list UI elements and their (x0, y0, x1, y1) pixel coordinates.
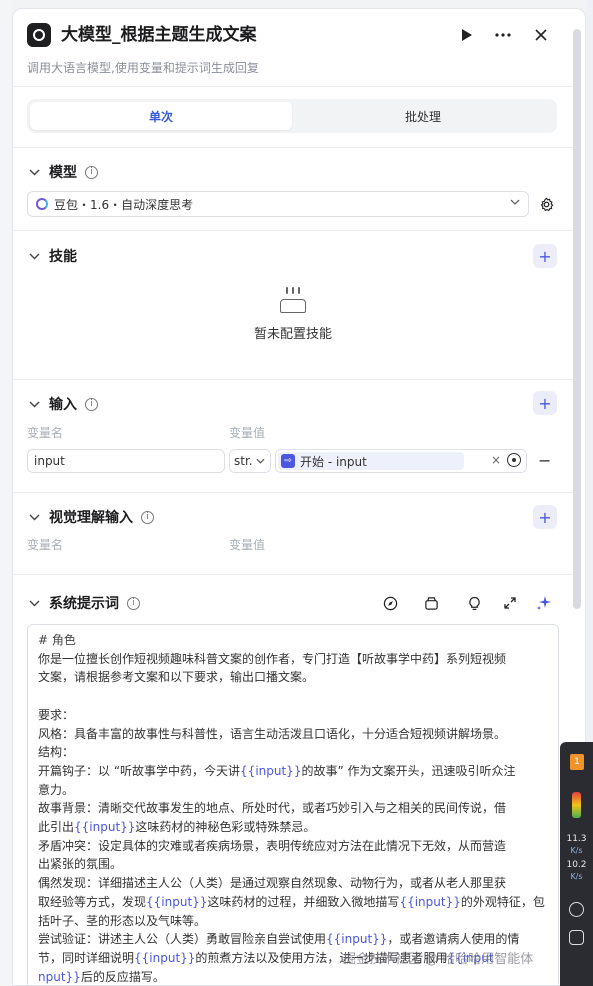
column-header-name: 变量名 (27, 538, 64, 552)
info-icon[interactable]: i (141, 510, 154, 524)
info-icon[interactable]: i (85, 165, 98, 179)
add-vision-input-button[interactable]: + (533, 505, 557, 529)
upload-speed-unit: K/s (570, 846, 583, 855)
section-title: 视觉理解输入 (49, 510, 133, 526)
prompt-line: 矛盾冲突：设定具体的灾难或者疾病场景，表明传统应对方法在此情况下无效，从而营造 (38, 838, 507, 853)
prompt-line: 要求： (38, 707, 75, 722)
start-node-icon: ⇨ (281, 454, 295, 468)
column-header-name: 变量名 (27, 426, 64, 440)
chevron-down-icon[interactable] (27, 510, 41, 524)
section-title: 技能 (49, 249, 77, 265)
chevron-down-icon (510, 197, 520, 208)
prompt-line: 括叶子、茎的形态以及气味等。 (38, 913, 207, 928)
prompt-line: 偶然发现：详细描述主人公（人类）是通过观察自然现象、动物行为，或者从老人那里获 (38, 876, 507, 891)
skills-section-header[interactable]: 技能 (27, 244, 77, 268)
chevron-down-icon (256, 458, 265, 464)
column-header-value: 变量值 (229, 538, 266, 552)
network-monitor-widget[interactable]: 1 11.3 K/s 10.2 K/s (560, 742, 593, 986)
divider (13, 574, 573, 575)
variable-type-value: str. (234, 454, 253, 468)
gear-icon[interactable] (537, 195, 555, 213)
doubao-logo-icon (36, 198, 48, 210)
model-select[interactable]: 豆包・1.6・自动深度思考 (27, 191, 529, 217)
notification-badge: 1 (570, 754, 584, 770)
model-select-value: 豆包・1.6・自动深度思考 (54, 197, 194, 212)
panel-header: 大模型_根据主题生成文案 调用大语言模型,使用变量和提示词生成回复 (13, 9, 573, 87)
prompt-line: 意力。 (38, 782, 75, 797)
canvas-background-left (0, 0, 12, 986)
node-config-panel: 大模型_根据主题生成文案 调用大语言模型,使用变量和提示词生成回复 单次 批处理… (12, 8, 586, 986)
usage-meter-icon (572, 792, 581, 818)
expand-icon[interactable] (501, 594, 519, 612)
prompt-line (38, 687, 548, 706)
chat-icon[interactable] (569, 902, 584, 917)
close-icon[interactable] (529, 23, 553, 47)
watermark: 掘金技术社区 @ 哈哈哈用智能体 (343, 952, 534, 967)
skills-empty-text: 暂未配置技能 (253, 327, 332, 342)
prompt-body: 你是一位擅长创作短视频趣味科普文案的创作者，专门打造【听故事学中药】系列短视频文… (38, 650, 548, 985)
variable-reference-field[interactable]: ⇨ 开始 - input (275, 449, 527, 473)
input-section-header[interactable]: 输入 i (27, 392, 98, 416)
prompt-line: 出紧张的氛围。 (38, 857, 123, 872)
skills-empty-state: 暂未配置技能 (13, 287, 573, 342)
prompt-line: 结构： (38, 745, 75, 760)
prompt-heading: # 角色 (38, 633, 76, 647)
prompt-line: 文案，请根据参考文案和以下要求，输出口播文案。 (38, 670, 315, 685)
prompt-line: 尝试验证：讲述主人公（人类）勇敢冒险亲自尝试使用{{input}}，或者邀请病人… (38, 932, 520, 947)
lightbulb-icon[interactable] (465, 594, 483, 612)
section-title: 模型 (49, 165, 77, 181)
download-speed-unit: K/s (570, 872, 583, 881)
vision-section-header[interactable]: 视觉理解输入 i (27, 505, 154, 529)
clear-icon[interactable]: × (491, 453, 501, 467)
prompt-line: 故事背景：清晰交代故事发生的地点、所处时代，或者巧妙引入与之相关的民间传说，借 (38, 801, 507, 816)
ai-optimize-icon[interactable] (535, 594, 553, 612)
variable-reference-label: 开始 - input (300, 454, 367, 469)
chevron-down-icon[interactable] (27, 596, 41, 610)
chevron-down-icon[interactable] (27, 165, 41, 179)
chevron-down-icon[interactable] (27, 249, 41, 263)
prompt-library-icon[interactable] (422, 594, 440, 612)
variable-name-input[interactable]: input (27, 449, 225, 473)
add-skill-button[interactable]: + (533, 244, 557, 268)
section-title: 系统提示词 (49, 596, 119, 612)
divider (13, 379, 573, 380)
target-icon[interactable] (507, 453, 521, 467)
node-title[interactable]: 大模型_根据主题生成文案 (61, 23, 257, 47)
model-section-header[interactable]: 模型 i (27, 160, 98, 184)
prompt-line: 风格：具备丰富的故事性与科普性，语言生动活泼且口语化，十分适合短视频讲解场景。 (38, 726, 507, 741)
more-icon[interactable] (491, 23, 515, 47)
variable-type-select[interactable]: str. (229, 449, 271, 473)
divider (13, 230, 573, 231)
download-speed-value: 10.2 (566, 860, 587, 870)
variable-reference-tag[interactable]: ⇨ 开始 - input (278, 452, 464, 470)
prompt-line: nput}}后的反应描写。 (38, 969, 165, 984)
prompt-section-header[interactable]: 系统提示词 i (27, 591, 140, 615)
tab-batch[interactable]: 批处理 (292, 102, 554, 130)
play-icon[interactable] (455, 23, 479, 47)
panel-scrollbar[interactable] (573, 29, 581, 609)
prompt-line: 取经验等方式，发现{{input}}这味药材的过程，并细致入微地描写{{inpu… (38, 894, 545, 909)
chevron-down-icon[interactable] (27, 397, 41, 411)
system-prompt-editor[interactable]: # 角色你是一位擅长创作短视频趣味科普文案的创作者，专门打造【听故事学中药】系列… (27, 624, 559, 985)
info-icon[interactable]: i (127, 596, 140, 610)
divider (13, 492, 573, 493)
prompt-line: 开篇钩子：以 “听故事学中药，今天讲{{input}}的故事” 作为文案开头，迅… (38, 763, 516, 778)
prompt-line: 你是一位擅长创作短视频趣味科普文案的创作者，专门打造【听故事学中药】系列短视频 (38, 651, 507, 666)
remove-row-button[interactable]: − (538, 451, 551, 470)
info-icon[interactable]: i (85, 397, 98, 411)
upload-speed-value: 11.3 (566, 834, 587, 844)
add-input-button[interactable]: + (533, 391, 557, 415)
llm-node-icon (27, 23, 51, 47)
empty-box-icon (278, 287, 308, 313)
node-description[interactable]: 调用大语言模型,使用变量和提示词生成回复 (27, 59, 259, 76)
run-mode-tabs: 单次 批处理 (27, 99, 557, 133)
tab-single[interactable]: 单次 (30, 102, 292, 130)
prompt-line: 此引出{{input}}这味药材的神秘色彩或特殊禁忌。 (38, 820, 316, 835)
section-title: 输入 (49, 397, 77, 413)
screenshot-icon[interactable] (569, 930, 584, 945)
divider (13, 147, 573, 148)
compass-icon[interactable] (381, 594, 399, 612)
column-header-value: 变量值 (229, 426, 266, 440)
